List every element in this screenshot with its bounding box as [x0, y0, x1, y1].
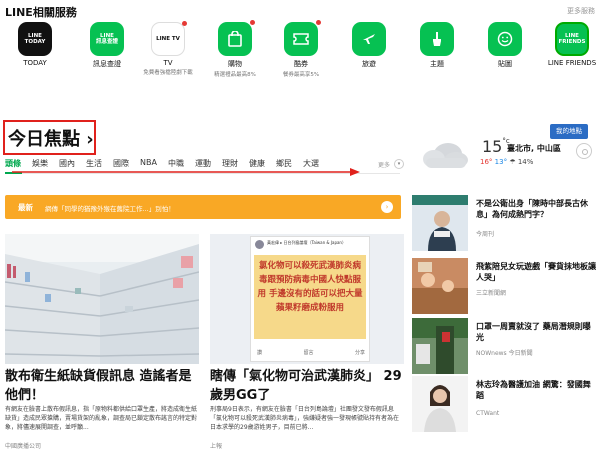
side-article-source: CTWant: [476, 410, 500, 417]
tabs-more-button[interactable]: 更多: [378, 160, 390, 169]
notification-dot: [182, 21, 187, 26]
post-poster: 黃宏偉 ▸ 日台列島論壇（Taiwan & Japan）: [267, 240, 346, 245]
notification-dot: [250, 20, 255, 25]
red-arrow-annotation: [12, 168, 360, 176]
list-item[interactable]: 口罩一周賣就沒了 藥局潛規則曝光 NOWnews 今日新聞: [412, 318, 599, 374]
airplane-icon: [352, 22, 386, 56]
chevron-down-icon[interactable]: ▾: [394, 159, 404, 169]
list-item[interactable]: 林志玲為醫護加油 網驚：發國舞蹈 CTWant: [412, 376, 599, 432]
article-title[interactable]: 瞎傳「氣化物可治武漢肺炎」 29歲男GG了: [210, 367, 404, 405]
article-thumbnail: [412, 195, 468, 251]
service-tv[interactable]: LINE TV TV 免費看強檔陸劇下載: [133, 21, 203, 76]
side-article-title[interactable]: 飛紫陪兒女玩遊戲「賽貨抹地板讓人哭」: [476, 261, 598, 283]
shopping-bag-icon: [218, 20, 255, 56]
article-source: 中國廣播公司: [5, 443, 42, 450]
service-factcheck[interactable]: LINE 訊息查證 訊息查證: [72, 22, 142, 69]
paintbrush-icon: [420, 22, 454, 56]
services-title: LINE相關服務: [5, 6, 77, 19]
line-tv-icon: LINE TV: [151, 21, 187, 56]
breaking-news-ticker[interactable]: 最新 網傳「同學的猶豫外猴在舊院工作...」別怕！ ›: [5, 195, 401, 219]
article-title[interactable]: 散布衛生紙缺貨假訊息 造謠者是他們！: [5, 367, 199, 405]
side-article-title[interactable]: 口罩一周賣就沒了 藥局潛規則曝光: [476, 321, 598, 343]
post-actions: 讚留言 分享: [257, 350, 365, 356]
avatar: [255, 240, 264, 249]
smiley-icon: [488, 22, 522, 56]
article-image-post-screenshot[interactable]: 黃宏偉 ▸ 日台列島論壇（Taiwan & Japan） 氯化物可以殺死武漢肺炎…: [210, 234, 404, 364]
rain-chance: 14%: [517, 158, 534, 166]
ticker-tag: 最新: [18, 203, 33, 212]
list-item[interactable]: 飛紫陪兒女玩遊戲「賽貨抹地板讓人哭」 三立新聞網: [412, 258, 599, 314]
cloud-icon: [423, 143, 468, 168]
post-image-text: 氯化物可以殺死武漢肺炎病毒跟預防病毒中國人快點服用 手邊沒有的話可以把大量蘋果籽…: [254, 255, 366, 339]
article-thumbnail: [412, 376, 468, 432]
line-today-icon: LINE TODAY: [18, 22, 52, 56]
ticker-text[interactable]: 網傳「同學的猶豫外猴在舊院工作...」別怕！: [45, 203, 175, 213]
weather-details: 16° 13° ☂ 14%: [480, 158, 533, 166]
chevron-right-icon[interactable]: ›: [381, 201, 393, 213]
service-theme[interactable]: 主題: [402, 22, 472, 69]
side-article-source: NOWnews 今日新聞: [476, 350, 533, 357]
line-factcheck-icon: LINE 訊息查證: [90, 22, 124, 56]
list-item[interactable]: 不是公衛出身「陳時中部長古休息」為何成熱門字？ 今周刊: [412, 195, 599, 251]
article-thumbnail: [412, 258, 468, 314]
article-thumbnail: [412, 318, 468, 374]
service-today[interactable]: LINE TODAY TODAY: [0, 22, 70, 67]
article-snippet: 刑事局9日表示，有網友在臉書「日台列島論壇」社團發文發布假訊息「氯化物可以殺死武…: [210, 406, 400, 431]
article-image-empty-shelves[interactable]: [5, 234, 199, 364]
weather-city[interactable]: 臺北市, 中山區: [507, 143, 561, 154]
service-line-friends[interactable]: LINE FRIENDS LINE FRIENDS: [537, 22, 599, 67]
service-travel[interactable]: 旅遊: [334, 22, 404, 69]
side-article-title[interactable]: 不是公衛出身「陳時中部長古休息」為何成熱門字？: [476, 198, 598, 220]
article-snippet: 有網友在臉書上散布假訊息，指「原物料都供給口罩生產，將造成衛生紙缺貨」造成民眾搶…: [5, 406, 198, 431]
my-location-button[interactable]: 我的地點: [550, 124, 588, 139]
service-shopping[interactable]: 購物 精選禮品最高8%: [200, 20, 270, 78]
temp-high: 16°: [480, 158, 493, 166]
umbrella-icon: ☂: [509, 158, 516, 166]
side-article-source: 三立新聞網: [476, 290, 507, 297]
notification-dot: [316, 20, 321, 25]
temp-low: 13°: [494, 158, 508, 166]
side-article-source: 今周刊: [476, 231, 495, 238]
current-temperature: 15°c: [482, 137, 510, 156]
service-coupon[interactable]: 酷券 餐券最高享5%: [266, 20, 336, 78]
locate-icon[interactable]: [576, 143, 592, 159]
services-row: LINE TODAY TODAY LINE 訊息查證 訊息查證 LINE TV TV…: [0, 20, 599, 78]
article-source: 上報: [210, 443, 223, 450]
service-stickers[interactable]: 貼圖: [470, 22, 540, 69]
side-article-title[interactable]: 林志玲為醫護加油 網驚：發國舞蹈: [476, 379, 598, 401]
coupon-icon: [284, 20, 321, 56]
services-more-link[interactable]: 更多服務: [567, 6, 595, 16]
focus-title[interactable]: 今日焦點 ›: [8, 125, 94, 151]
line-friends-icon: LINE FRIENDS: [555, 22, 589, 56]
